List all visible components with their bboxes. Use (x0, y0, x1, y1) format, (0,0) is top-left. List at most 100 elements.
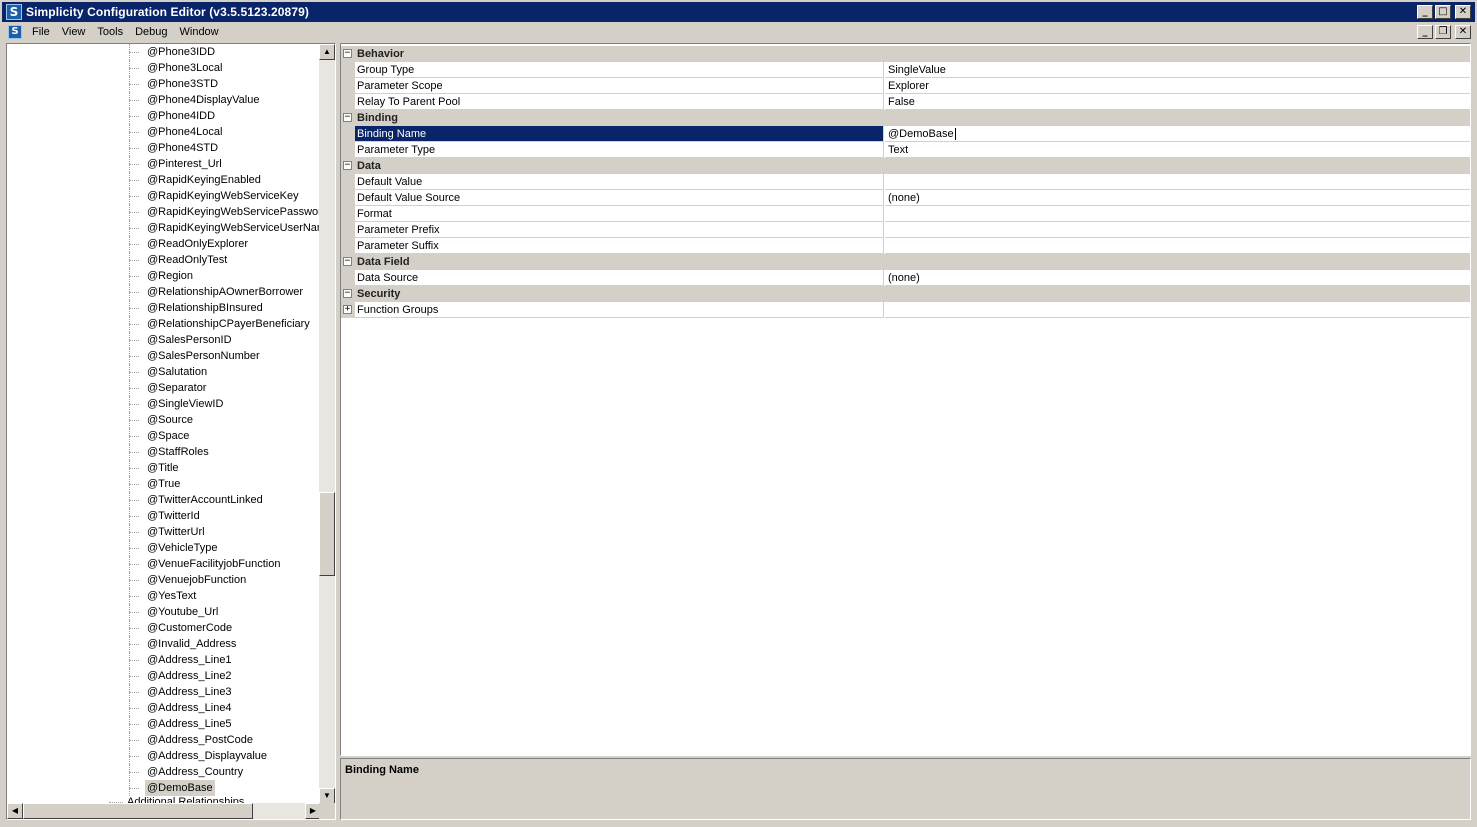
property-row-parameter-prefix[interactable]: Parameter Prefix (341, 222, 1470, 238)
tree-item[interactable]: @RelationshipAOwnerBorrower (7, 284, 321, 300)
collapse-icon[interactable]: − (343, 289, 352, 298)
tree-item[interactable]: @VenuejobFunction (7, 572, 321, 588)
tree-item[interactable]: @RelationshipCPayerBeneficiary (7, 316, 321, 332)
property-name[interactable]: Binding Name (355, 126, 884, 142)
property-name[interactable]: Default Value (355, 174, 884, 190)
property-row-function-groups[interactable]: + Function Groups (341, 302, 1470, 318)
scroll-down-arrow-icon[interactable]: ▼ (319, 788, 335, 804)
property-row-data-source[interactable]: Data Source (none) (341, 270, 1470, 286)
collapse-icon[interactable]: − (343, 257, 352, 266)
property-row-parameter-type[interactable]: Parameter Type Text (341, 142, 1470, 158)
property-name[interactable]: Parameter Type (355, 142, 884, 158)
property-row-format[interactable]: Format (341, 206, 1470, 222)
mdi-minimize-button[interactable]: _ (1417, 25, 1433, 39)
tree-vertical-scrollbar[interactable]: ▲ ▼ (319, 44, 335, 804)
property-name[interactable]: Data Source (355, 270, 884, 286)
collapse-icon[interactable]: − (343, 49, 352, 58)
tree-item[interactable]: @Phone3STD (7, 76, 321, 92)
property-value-input[interactable]: @DemoBase (885, 126, 1470, 142)
collapse-icon[interactable]: − (343, 161, 352, 170)
tree-item[interactable]: @Source (7, 412, 321, 428)
collapse-icon[interactable]: − (343, 113, 352, 122)
tree-item[interactable]: @Salutation (7, 364, 321, 380)
close-button[interactable]: ✕ (1455, 5, 1471, 19)
property-row-default-value-source[interactable]: Default Value Source (none) (341, 190, 1470, 206)
property-name[interactable]: Function Groups (355, 302, 884, 318)
category-behavior[interactable]: − Behavior (341, 46, 1470, 62)
property-value[interactable] (885, 302, 1470, 318)
tree-panel[interactable]: @Phone3IDD @Phone3Local @Phone3STD @Phone4D… (6, 43, 336, 820)
menu-view[interactable]: View (56, 26, 92, 38)
category-binding[interactable]: − Binding (341, 110, 1470, 126)
tree-item[interactable]: @Address_PostCode (7, 732, 321, 748)
tree-item[interactable]: @RapidKeyingWebServiceKey (7, 188, 321, 204)
property-name[interactable]: Group Type (355, 62, 884, 78)
maximize-button[interactable]: □ (1435, 5, 1451, 19)
tree-item[interactable]: @VenueFacilityjobFunction (7, 556, 321, 572)
property-value[interactable]: Text (885, 142, 1470, 158)
mdi-close-button[interactable]: ✕ (1455, 25, 1471, 39)
property-row-binding-name[interactable]: Binding Name @DemoBase (341, 126, 1470, 142)
tree-item[interactable]: @Invalid_Address (7, 636, 321, 652)
property-name[interactable]: Default Value Source (355, 190, 884, 206)
tree-item[interactable]: @Phone4IDD (7, 108, 321, 124)
tree-item[interactable]: @Region (7, 268, 321, 284)
tree-item[interactable]: @Phone3IDD (7, 44, 321, 60)
tree-item[interactable]: @Address_Displayvalue (7, 748, 321, 764)
property-value[interactable]: False (885, 94, 1470, 110)
tree-item[interactable]: @SalesPersonID (7, 332, 321, 348)
tree-item[interactable]: @RapidKeyingEnabled (7, 172, 321, 188)
category-data-field[interactable]: − Data Field (341, 254, 1470, 270)
tree-item[interactable]: @ReadOnlyExplorer (7, 236, 321, 252)
tree-item[interactable]: @Address_Line4 (7, 700, 321, 716)
menu-window[interactable]: Window (174, 26, 225, 38)
tree-item[interactable]: @SalesPersonNumber (7, 348, 321, 364)
scroll-thumb[interactable] (319, 492, 335, 576)
tree-item[interactable]: @Address_Line5 (7, 716, 321, 732)
tree-item[interactable]: @Phone4Local (7, 124, 321, 140)
property-name[interactable]: Parameter Prefix (355, 222, 884, 238)
property-name[interactable]: Parameter Suffix (355, 238, 884, 254)
property-value[interactable]: SingleValue (885, 62, 1470, 78)
tree-item[interactable]: @RapidKeyingWebServiceUserNam (7, 220, 321, 236)
tree-item[interactable]: @Address_Line3 (7, 684, 321, 700)
document-icon[interactable]: S (8, 25, 22, 39)
tree-item[interactable]: @YesText (7, 588, 321, 604)
tree-item[interactable]: @RapidKeyingWebServicePassword (7, 204, 321, 220)
mdi-restore-button[interactable]: ❐ (1435, 25, 1451, 39)
property-row-parameter-scope[interactable]: Parameter Scope Explorer (341, 78, 1470, 94)
property-value[interactable]: (none) (885, 190, 1470, 206)
property-value[interactable] (885, 238, 1470, 254)
category-data[interactable]: − Data (341, 158, 1470, 174)
tree-item[interactable]: @Youtube_Url (7, 604, 321, 620)
menu-tools[interactable]: Tools (91, 26, 129, 38)
tree-item[interactable]: @Address_Country (7, 764, 321, 780)
property-value[interactable] (885, 206, 1470, 222)
tree-horizontal-scrollbar[interactable]: ◀ ▶ (7, 803, 321, 819)
tree-item[interactable]: @StaffRoles (7, 444, 321, 460)
property-row-relay-to-parent-pool[interactable]: Relay To Parent Pool False (341, 94, 1470, 110)
tree-item[interactable]: @Pinterest_Url (7, 156, 321, 172)
scroll-up-arrow-icon[interactable]: ▲ (319, 44, 335, 60)
property-row-default-value[interactable]: Default Value (341, 174, 1470, 190)
tree-item[interactable]: @Phone3Local (7, 60, 321, 76)
tree-item[interactable]: @ReadOnlyTest (7, 252, 321, 268)
tree-item[interactable]: @Separator (7, 380, 321, 396)
property-value[interactable] (885, 174, 1470, 190)
property-row-parameter-suffix[interactable]: Parameter Suffix (341, 238, 1470, 254)
tree-item[interactable]: @VehicleType (7, 540, 321, 556)
property-row-group-type[interactable]: Group Type SingleValue (341, 62, 1470, 78)
horizontal-scroll-thumb[interactable] (23, 803, 253, 819)
tree-item[interactable]: @TwitterId (7, 508, 321, 524)
property-value[interactable]: (none) (885, 270, 1470, 286)
tree-item[interactable]: @Phone4STD (7, 140, 321, 156)
tree-item[interactable]: @SingleViewID (7, 396, 321, 412)
menu-debug[interactable]: Debug (129, 26, 173, 38)
tree-item[interactable]: @RelationshipBInsured (7, 300, 321, 316)
expand-icon[interactable]: + (343, 305, 352, 314)
property-name[interactable]: Format (355, 206, 884, 222)
property-value[interactable] (885, 222, 1470, 238)
tree-item[interactable]: @Address_Line2 (7, 668, 321, 684)
category-security[interactable]: − Security (341, 286, 1470, 302)
tree-item[interactable]: @Address_Line1 (7, 652, 321, 668)
